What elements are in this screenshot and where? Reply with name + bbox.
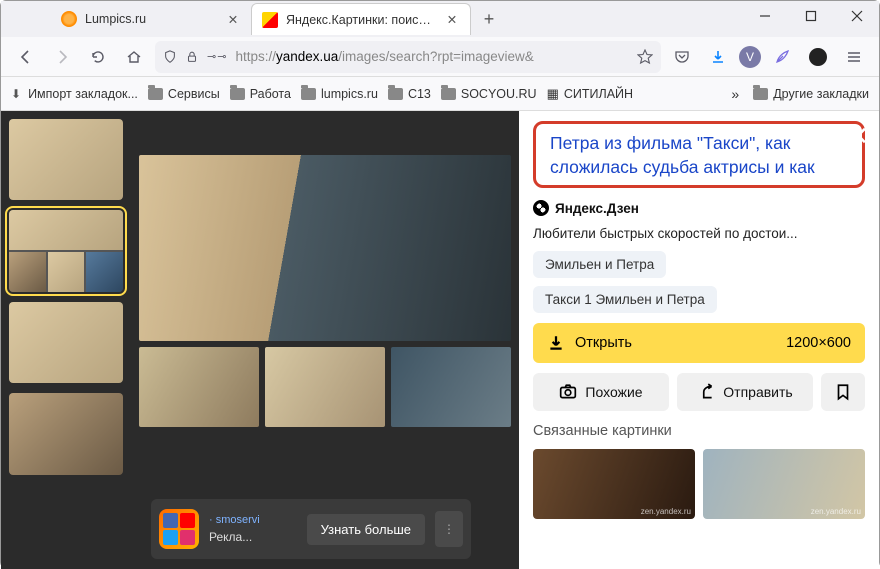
app-menu-button[interactable] <box>839 42 869 72</box>
strip-image[interactable] <box>391 347 511 427</box>
extension-feather-icon[interactable] <box>767 42 797 72</box>
bookmark-icon <box>834 383 852 401</box>
tab-yandex-images[interactable]: Яндекс.Картинки: поиск похо ✕ <box>251 3 471 35</box>
reload-button[interactable] <box>83 42 113 72</box>
ad-text: · smoservi Рекла... <box>209 514 297 544</box>
tag[interactable]: Такси 1 Эмильен и Петра <box>533 286 717 313</box>
favicon-yandex <box>262 12 278 28</box>
tab-title: Lumpics.ru <box>85 12 217 26</box>
extension-dot-icon[interactable] <box>803 42 833 72</box>
window-close[interactable] <box>834 0 880 32</box>
folder-icon <box>753 88 768 100</box>
bookmark-folder-citilain[interactable]: ▦СИТИЛАЙН <box>547 86 633 102</box>
tab-close-icon[interactable]: ✕ <box>225 11 241 27</box>
similar-label: Похожие <box>585 384 642 400</box>
ad-menu-button[interactable]: ⋮ <box>435 511 463 547</box>
thumbnail[interactable] <box>9 119 123 200</box>
watermark: zen.yandex.ru <box>811 507 861 516</box>
browser-toolbar: ⊸⊸ https://yandex.ua/images/search?rpt=i… <box>1 37 879 77</box>
tag[interactable]: Эмильен и Петра <box>533 251 666 278</box>
tab-title: Яндекс.Картинки: поиск похо <box>286 13 436 27</box>
resolution-label: 1200×600 <box>786 335 851 351</box>
window-minimize[interactable] <box>742 0 788 32</box>
send-label: Отправить <box>723 384 792 400</box>
bookmark-star-icon[interactable] <box>637 49 653 65</box>
bookmark-folder-services[interactable]: Сервисы <box>148 87 220 101</box>
ad-app-icon <box>159 509 199 549</box>
downloads-button[interactable] <box>703 42 733 72</box>
new-tab-button[interactable]: + <box>475 5 503 33</box>
strip-image[interactable] <box>265 347 385 427</box>
camera-icon <box>559 383 577 401</box>
source-row[interactable]: Яндекс.Дзен <box>533 200 865 216</box>
tab-close-icon[interactable]: ✕ <box>444 12 460 28</box>
ad-banner: · smoservi Рекла... Узнать больше ⋮ <box>151 499 471 559</box>
ad-cta-button[interactable]: Узнать больше <box>307 514 425 545</box>
action-row: Похожие Отправить <box>533 373 865 411</box>
similar-button[interactable]: Похожие <box>533 373 669 411</box>
folder-icon <box>148 88 163 100</box>
related-image[interactable]: zen.yandex.ru <box>703 449 865 519</box>
image-viewer: ✕ Петра из фильма "Такси", как сложилась… <box>1 111 879 569</box>
related-title: Связанные картинки <box>533 423 865 439</box>
watermark: zen.yandex.ru <box>641 507 691 516</box>
ad-link[interactable]: · smoservi <box>209 514 297 526</box>
nav-forward-button[interactable] <box>47 42 77 72</box>
permissions-icon[interactable]: ⊸⊸ <box>207 50 227 63</box>
folder-icon <box>441 88 456 100</box>
window-controls <box>742 0 880 32</box>
home-button[interactable] <box>119 42 149 72</box>
folder-icon <box>230 88 245 100</box>
bookmark-folder-c13[interactable]: C13 <box>388 87 431 101</box>
open-label: Открыть <box>575 335 632 351</box>
result-title-link[interactable]: Петра из фильма "Такси", как сложилась с… <box>550 132 848 179</box>
source-name: Яндекс.Дзен <box>555 201 639 216</box>
send-button[interactable]: Отправить <box>677 373 813 411</box>
related-image[interactable]: zen.yandex.ru <box>533 449 695 519</box>
bookmark-folder-socyou[interactable]: SOCYOU.RU <box>441 87 537 101</box>
thumbnail-selected[interactable] <box>9 210 123 291</box>
main-image[interactable] <box>139 155 511 341</box>
profile-avatar[interactable]: V <box>739 46 761 68</box>
related-row: zen.yandex.ru zen.yandex.ru <box>533 449 865 519</box>
shield-icon <box>163 50 177 64</box>
bookmark-other[interactable]: Другие закладки <box>753 87 869 101</box>
nav-back-button[interactable] <box>11 42 41 72</box>
share-icon <box>697 383 715 401</box>
ad-sub: Рекла... <box>209 530 297 544</box>
bookmark-folder-lumpics[interactable]: lumpics.ru <box>301 87 378 101</box>
title-highlight-box: Петра из фильма "Такси", как сложилась с… <box>533 121 865 188</box>
close-viewer-button[interactable]: ✕ <box>847 121 869 152</box>
folder-icon <box>388 88 403 100</box>
download-icon <box>547 334 565 352</box>
favicon-lumpics <box>61 11 77 27</box>
tab-lumpics[interactable]: Lumpics.ru ✕ <box>51 3 251 35</box>
url-bar[interactable]: ⊸⊸ https://yandex.ua/images/search?rpt=i… <box>155 41 661 73</box>
folder-icon <box>301 88 316 100</box>
save-button[interactable] <box>821 373 865 411</box>
bookmarks-overflow[interactable]: » <box>727 86 743 102</box>
open-button[interactable]: Открыть 1200×600 <box>533 323 865 363</box>
bookmarks-bar: Импорт закладок... Сервисы Работа lumpic… <box>1 77 879 111</box>
bookmark-folder-work[interactable]: Работа <box>230 87 291 101</box>
lock-icon <box>185 50 199 64</box>
strip-image[interactable] <box>139 347 259 427</box>
image-strip <box>139 347 511 427</box>
bookmark-import[interactable]: Импорт закладок... <box>11 87 138 101</box>
pocket-button[interactable] <box>667 42 697 72</box>
window-maximize[interactable] <box>788 0 834 32</box>
thumbnail-column[interactable] <box>1 111 131 569</box>
zen-icon <box>533 200 549 216</box>
grid-icon: ▦ <box>547 86 559 102</box>
thumbnail[interactable] <box>9 302 123 383</box>
url-text: https://yandex.ua/images/search?rpt=imag… <box>235 49 629 64</box>
result-description: Любители быстрых скоростей по достои... <box>533 226 865 241</box>
search-tags: Эмильен и Петра Такси 1 Эмильен и Петра <box>533 251 865 313</box>
thumbnail[interactable] <box>9 393 123 474</box>
info-panel: Петра из фильма "Такси", как сложилась с… <box>519 111 879 569</box>
